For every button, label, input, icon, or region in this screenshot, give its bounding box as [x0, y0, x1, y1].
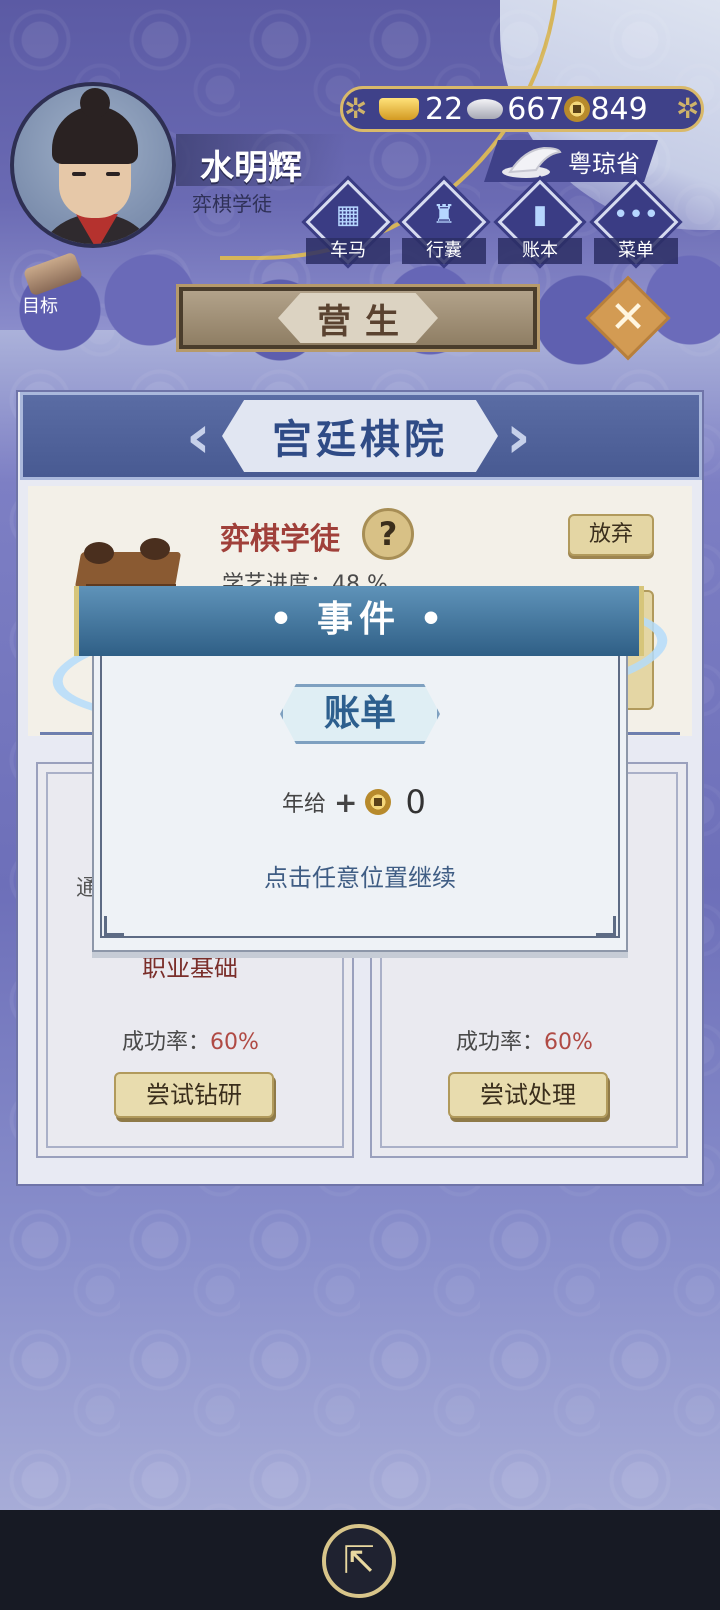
income-line: 年给 + 0: [282, 782, 442, 822]
continue-hint: 点击任意位置继续: [264, 864, 456, 892]
frame-corner: [104, 916, 124, 936]
bill-title: 账单: [323, 693, 396, 734]
income-sign: +: [334, 785, 358, 819]
income-value: 0: [405, 783, 426, 821]
share-icon: ⇱: [343, 1538, 375, 1582]
dialog-title: • 事件 •: [269, 599, 449, 640]
income-label: 年给: [282, 792, 327, 817]
coin-icon: [365, 789, 392, 815]
frame-corner: [596, 916, 616, 936]
share-button[interactable]: ⇱: [322, 1524, 396, 1598]
